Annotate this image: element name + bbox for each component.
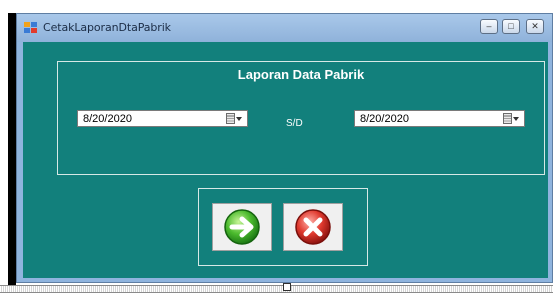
calendar-dropdown-icon[interactable] (503, 113, 520, 124)
window-title: CetakLaporanDtaPabrik (43, 21, 171, 34)
cancel-button[interactable] (283, 203, 343, 251)
date-to-value: 8/20/2020 (360, 113, 409, 125)
range-separator-label: S/D (286, 118, 303, 129)
close-icon: ✕ (531, 21, 539, 31)
date-from-value: 8/20/2020 (83, 113, 132, 125)
maximize-button[interactable]: □ (502, 19, 520, 34)
app-window: CetakLaporanDtaPabrik – □ ✕ Laporan Data… (16, 13, 553, 283)
date-to-picker[interactable]: 8/20/2020 (354, 110, 525, 127)
app-icon (24, 22, 37, 33)
close-button[interactable]: ✕ (526, 19, 544, 34)
minimize-button[interactable]: – (480, 19, 498, 34)
arrow-right-icon (224, 209, 260, 245)
close-x-icon (295, 209, 331, 245)
date-range-group: Laporan Data Pabrik 8/20/2020 S/D 8/20/2… (57, 61, 545, 175)
report-heading: Laporan Data Pabrik (237, 67, 365, 82)
maximize-icon: □ (508, 21, 514, 31)
minimize-icon: – (486, 21, 492, 31)
window-resize-border[interactable] (0, 285, 553, 293)
print-report-button[interactable] (212, 203, 272, 251)
form-client-area: Laporan Data Pabrik 8/20/2020 S/D 8/20/2… (23, 42, 548, 278)
window-shadow (8, 13, 16, 285)
resize-handle[interactable] (283, 283, 291, 291)
calendar-dropdown-icon[interactable] (226, 113, 243, 124)
date-from-picker[interactable]: 8/20/2020 (77, 110, 248, 127)
actions-group (198, 188, 368, 266)
title-bar[interactable]: CetakLaporanDtaPabrik – □ ✕ (17, 14, 552, 42)
